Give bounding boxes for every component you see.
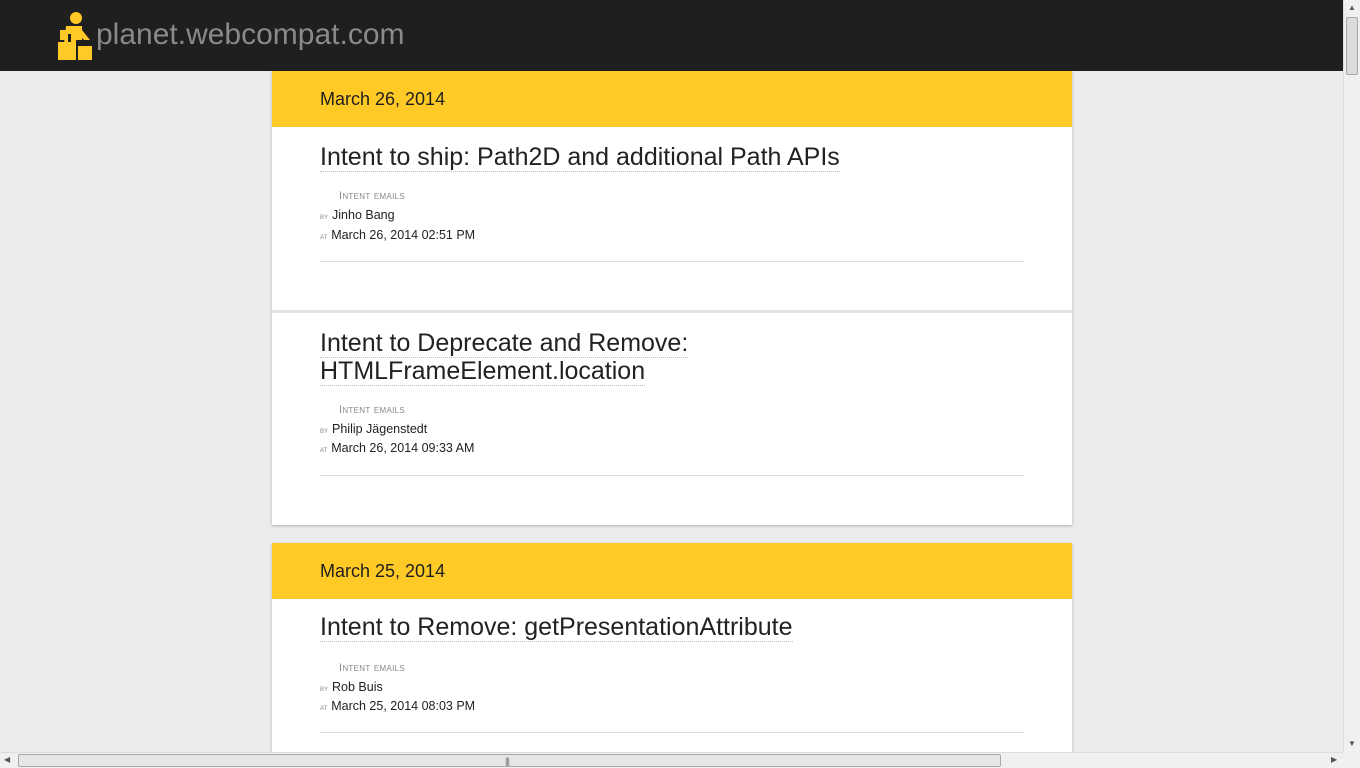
scroll-up-arrow-icon[interactable]: ▲ — [1348, 4, 1356, 12]
author-name[interactable]: Philip Jägenstedt — [332, 422, 427, 436]
vertical-scrollbar[interactable]: ▲ ▼ — [1343, 0, 1360, 752]
post-datetime[interactable]: March 26, 2014 09:33 AM — [331, 441, 474, 455]
at-label: at — [320, 702, 328, 712]
post-datetime[interactable]: March 25, 2014 08:03 PM — [331, 699, 475, 713]
at-label: at — [320, 444, 328, 454]
day-card: March 26, 2014 Intent to ship: Path2D an… — [272, 71, 1072, 525]
post-time: at March 25, 2014 08:03 PM — [320, 699, 475, 713]
day-date: March 26, 2014 — [272, 71, 1072, 127]
post-author: by Rob Buis — [320, 680, 383, 694]
post-title-link[interactable]: Intent to Deprecate and Remove: HTMLFram… — [320, 329, 740, 386]
post-entry: Intent to ship: Path2D and additional Pa… — [272, 127, 1072, 310]
site-title[interactable]: planet.webcompat.com — [96, 18, 405, 52]
post-author: by Philip Jägenstedt — [320, 422, 427, 436]
person-pushing-icon[interactable] — [56, 10, 96, 62]
scroll-down-arrow-icon[interactable]: ▼ — [1348, 740, 1356, 748]
post-tag[interactable]: Intent emails — [339, 404, 405, 416]
post-entry: Intent to Remove: getPresentationAttribu… — [272, 599, 1072, 752]
by-label: by — [320, 211, 329, 221]
post-time: at March 26, 2014 02:51 PM — [320, 228, 475, 242]
scrollbar-corner — [1343, 752, 1360, 768]
post-author: by Jinho Bang — [320, 208, 395, 222]
post-title-link[interactable]: Intent to ship: Path2D and additional Pa… — [320, 143, 840, 172]
by-label: by — [320, 425, 329, 435]
by-label: by — [320, 683, 329, 693]
vertical-scroll-thumb[interactable] — [1346, 17, 1358, 75]
day-date: March 25, 2014 — [272, 543, 1072, 599]
post-datetime[interactable]: March 26, 2014 02:51 PM — [331, 228, 475, 242]
post-tag[interactable]: Intent emails — [339, 662, 405, 674]
scroll-left-arrow-icon[interactable]: ◀ — [4, 756, 10, 764]
scroll-right-arrow-icon[interactable]: ▶ — [1331, 756, 1337, 764]
day-card: March 25, 2014 Intent to Remove: getPres… — [272, 543, 1072, 752]
post-separator — [320, 475, 1024, 476]
grip-icon: ||| — [505, 756, 510, 766]
at-label: at — [320, 231, 328, 241]
post-time: at March 26, 2014 09:33 AM — [320, 441, 474, 455]
site-header: planet.webcompat.com — [0, 0, 1343, 71]
post-tag[interactable]: Intent emails — [339, 190, 405, 202]
author-name[interactable]: Jinho Bang — [332, 208, 395, 222]
post-separator — [320, 732, 1024, 733]
post-title-link[interactable]: Intent to Remove: getPresentationAttribu… — [320, 613, 793, 642]
post-entry: Intent to Deprecate and Remove: HTMLFram… — [272, 313, 1072, 525]
horizontal-scroll-thumb[interactable]: ||| — [18, 754, 1001, 767]
horizontal-scrollbar[interactable]: ◀ ||| ▶ — [0, 752, 1343, 768]
author-name[interactable]: Rob Buis — [332, 680, 383, 694]
post-separator — [320, 261, 1024, 262]
